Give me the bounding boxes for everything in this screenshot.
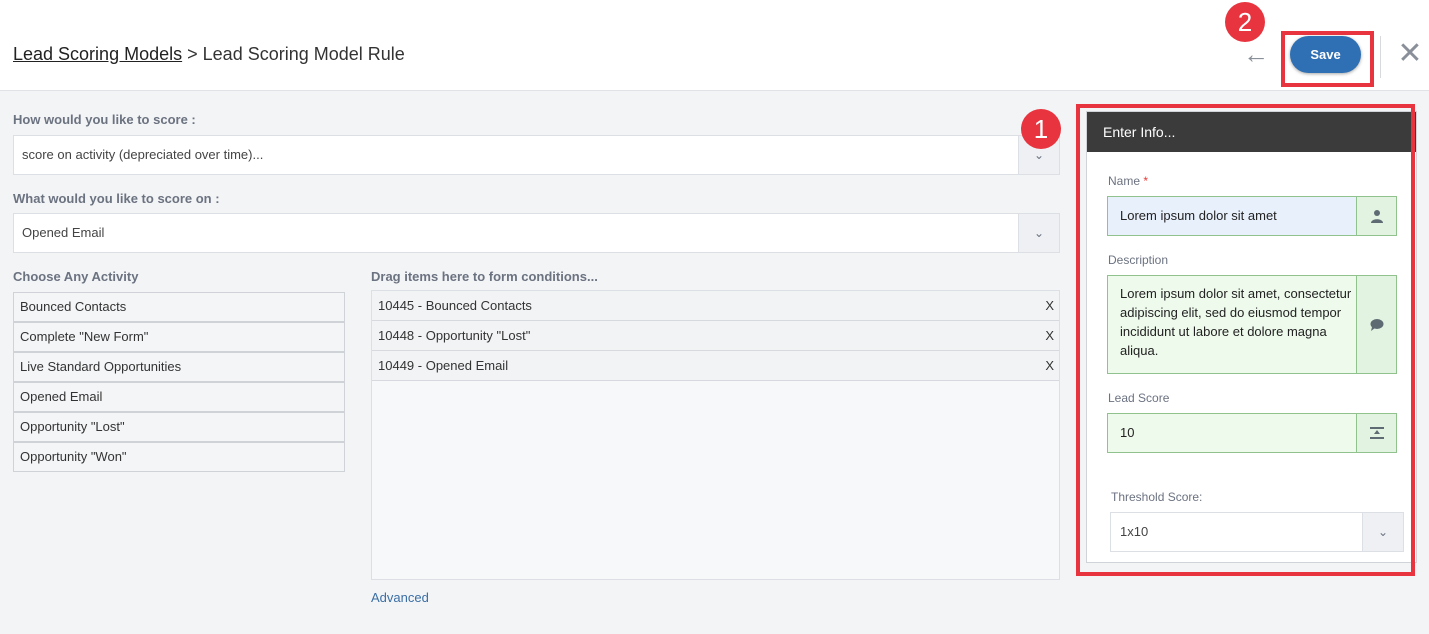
panel-highlight-box: [1076, 104, 1415, 576]
condition-label: 10448 - Opportunity "Lost": [378, 328, 531, 343]
back-arrow-icon[interactable]: ←: [1242, 40, 1270, 68]
score-type-label: How would you like to score :: [13, 112, 196, 127]
remove-condition-button[interactable]: X: [1045, 291, 1054, 320]
advanced-link[interactable]: Advanced: [371, 590, 429, 605]
header-divider: [1380, 36, 1381, 78]
annotation-badge-1: 1: [1021, 109, 1061, 149]
breadcrumb-separator: >: [187, 44, 198, 64]
activity-item[interactable]: Live Standard Opportunities: [13, 352, 345, 382]
breadcrumb: Lead Scoring Models > Lead Scoring Model…: [13, 44, 405, 65]
top-bar: Lead Scoring Models > Lead Scoring Model…: [0, 0, 1429, 91]
conditions-label: Drag items here to form conditions...: [371, 269, 598, 284]
score-type-select[interactable]: score on activity (depreciated over time…: [13, 135, 1060, 175]
annotation-badge-2: 2: [1225, 2, 1265, 42]
activity-item[interactable]: Complete "New Form": [13, 322, 345, 352]
activity-item[interactable]: Opened Email: [13, 382, 345, 412]
save-highlight-box: [1281, 31, 1374, 87]
remove-condition-button[interactable]: X: [1045, 351, 1054, 380]
activity-item[interactable]: Opportunity "Won": [13, 442, 345, 472]
score-on-select[interactable]: Opened Email ⌄: [13, 213, 1060, 253]
condition-item[interactable]: 10448 - Opportunity "Lost" X: [372, 321, 1059, 351]
activity-item[interactable]: Opportunity "Lost": [13, 412, 345, 442]
score-on-value: Opened Email: [22, 225, 105, 240]
score-type-value: score on activity (depreciated over time…: [22, 147, 264, 162]
condition-label: 10449 - Opened Email: [378, 358, 509, 373]
score-on-label: What would you like to score on :: [13, 191, 220, 206]
breadcrumb-link-lead-scoring-models[interactable]: Lead Scoring Models: [13, 44, 182, 64]
chevron-down-icon[interactable]: ⌄: [1018, 214, 1059, 252]
activities-label: Choose Any Activity: [13, 269, 139, 284]
condition-item[interactable]: 10449 - Opened Email X: [372, 351, 1059, 381]
condition-item[interactable]: 10445 - Bounced Contacts X: [372, 291, 1059, 321]
page-title: Lead Scoring Model Rule: [202, 44, 405, 64]
remove-condition-button[interactable]: X: [1045, 321, 1054, 350]
activity-item[interactable]: Bounced Contacts: [13, 292, 345, 322]
condition-label: 10445 - Bounced Contacts: [378, 298, 532, 313]
close-icon[interactable]: ✕: [1396, 36, 1424, 72]
